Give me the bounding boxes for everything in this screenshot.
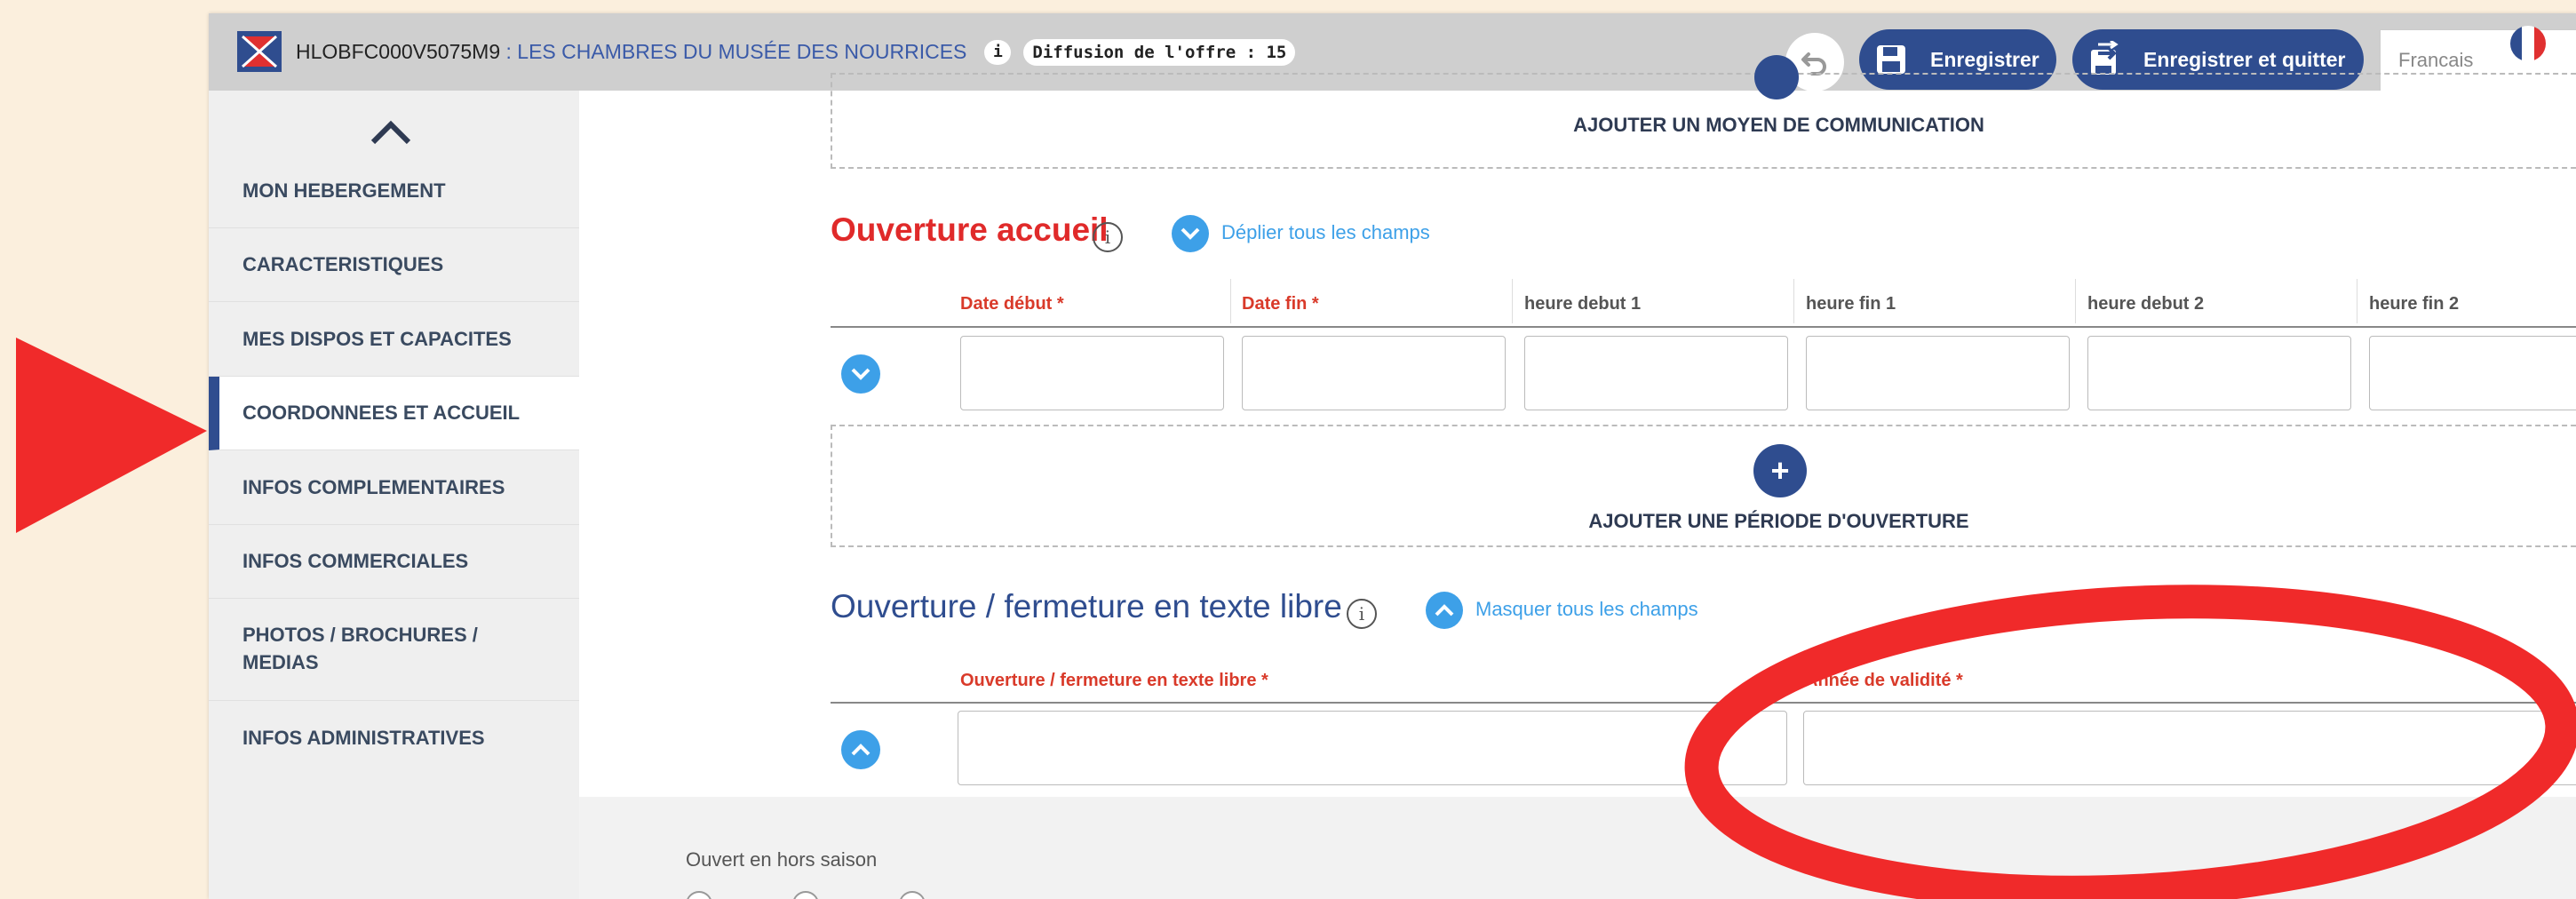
collapse-up-icon[interactable] — [364, 114, 417, 149]
texte-libre-info-icon[interactable]: i — [1347, 599, 1377, 629]
table-header-line — [831, 326, 2576, 328]
sidebar-item-caracteristiques[interactable]: CARACTERISTIQUES — [209, 228, 579, 302]
add-period-plus-icon[interactable]: + — [1753, 444, 1807, 497]
hors-saison-radio[interactable] — [899, 891, 926, 899]
col-heure-fin-2: heure fin 2 — [2369, 294, 2460, 314]
heure-debut-2-input[interactable] — [2087, 336, 2351, 410]
column-divider — [1793, 279, 1794, 323]
hourglass-logo-icon — [237, 31, 282, 72]
collapse-all-icon[interactable] — [1426, 592, 1463, 629]
french-flag-icon — [2510, 26, 2546, 61]
sidebar-item-dispos-capacites[interactable]: MES DISPOS ET CAPACITES — [209, 302, 579, 377]
col-heure-fin-1: heure fin 1 — [1806, 294, 1896, 314]
sidebar-item-label: CARACTERISTIQUES — [242, 253, 444, 275]
col-date-debut: Date début * — [960, 294, 1064, 314]
sidebar-item-coordonnees-accueil[interactable]: COORDONNEES ET ACCUEIL — [209, 377, 579, 450]
heure-fin-2-input[interactable] — [2369, 336, 2576, 410]
sidebar-item-label: INFOS ADMINISTRATIVES — [242, 727, 485, 749]
hors-saison-radio[interactable] — [686, 891, 712, 899]
collapse-all-link[interactable]: Masquer tous les champs — [1475, 598, 1698, 621]
hors-saison-label: Ouvert en hors saison — [686, 848, 878, 871]
sidebar-item-infos-administratives[interactable]: INFOS ADMINISTRATIVES — [209, 701, 579, 776]
column-divider — [2075, 279, 2076, 323]
row-collapse-icon[interactable] — [841, 730, 880, 769]
save-label: Enregistrer — [1930, 47, 2039, 71]
col-texte-libre: Ouverture / fermeture en texte libre * — [960, 671, 1268, 690]
sidebar-item-infos-commerciales[interactable]: INFOS COMMERCIALES — [209, 525, 579, 599]
sidebar-item-label: PHOTOS / BROCHURES / MEDIAS — [242, 624, 478, 673]
offer-separator: : — [500, 40, 518, 63]
add-period-zone[interactable]: + AJOUTER UNE PÉRIODE D'OUVERTURE — [831, 425, 2576, 547]
ouverture-accueil-title: Ouverture accueil — [831, 211, 1109, 248]
date-fin-input[interactable] — [1242, 336, 1506, 410]
app-window: HLOBFC000V5075M9 : LES CHAMBRES DU MUSÉE… — [209, 13, 2576, 899]
sidebar-item-label: INFOS COMPLEMENTAIRES — [242, 475, 505, 498]
sidebar-item-photos-brochures-medias[interactable]: PHOTOS / BROCHURES / MEDIAS — [209, 599, 579, 701]
offer-info-button[interactable]: i — [984, 39, 1012, 65]
add-communication-label: AJOUTER UN MOYEN DE COMMUNICATION — [1573, 114, 1984, 136]
texte-libre-input[interactable] — [958, 711, 1787, 785]
col-heure-debut-2: heure debut 2 — [2087, 294, 2205, 314]
add-communication-plus-icon[interactable] — [1754, 55, 1799, 99]
row-expand-icon[interactable] — [841, 354, 880, 394]
col-heure-debut-1: heure debut 1 — [1524, 294, 1642, 314]
language-label: Francais — [2398, 49, 2474, 71]
expand-all-icon[interactable] — [1172, 215, 1209, 252]
sidebar-item-mon-hebergement[interactable]: MON HEBERGEMENT — [209, 154, 579, 228]
heure-debut-1-input[interactable] — [1524, 336, 1788, 410]
sidebar-item-label: MON HEBERGEMENT — [242, 179, 446, 202]
column-divider — [1512, 279, 1513, 323]
sidebar-item-label: COORDONNEES ET ACCUEIL — [242, 402, 521, 424]
offer-name: LES CHAMBRES DU MUSÉE DES NOURRICES — [517, 40, 967, 63]
diffusion-badge: Diffusion de l'offre : 15 — [1023, 38, 1296, 66]
sidebar-item-infos-complementaires[interactable]: INFOS COMPLEMENTAIRES — [209, 450, 579, 525]
add-period-label: AJOUTER UNE PÉRIODE D'OUVERTURE — [1588, 510, 1969, 532]
ouverture-accueil-info-icon[interactable]: i — [1093, 222, 1123, 252]
col-date-fin: Date fin * — [1242, 294, 1319, 314]
sidebar-item-label: INFOS COMMERCIALES — [242, 550, 469, 572]
expand-all-link[interactable]: Déplier tous les champs — [1221, 221, 1430, 244]
texte-libre-title: Ouverture / fermeture en texte libre — [831, 588, 1342, 625]
hors-saison-radio[interactable] — [792, 891, 819, 899]
red-highlight-ellipse — [1684, 585, 2576, 899]
add-communication-zone[interactable]: AJOUTER UN MOYEN DE COMMUNICATION — [831, 55, 2576, 169]
save-and-quit-label: Enregistrer et quitter — [2143, 47, 2346, 71]
offer-code: HLOBFC000V5075M9 — [296, 40, 501, 63]
heure-fin-1-input[interactable] — [1806, 336, 2070, 410]
column-divider — [1230, 279, 1231, 323]
date-debut-input[interactable] — [960, 336, 1224, 410]
sidebar-item-label: MES DISPOS ET CAPACITES — [242, 327, 512, 350]
sidebar: MON HEBERGEMENT CARACTERISTIQUES MES DIS… — [209, 91, 579, 899]
red-pointer-arrow — [16, 338, 207, 533]
